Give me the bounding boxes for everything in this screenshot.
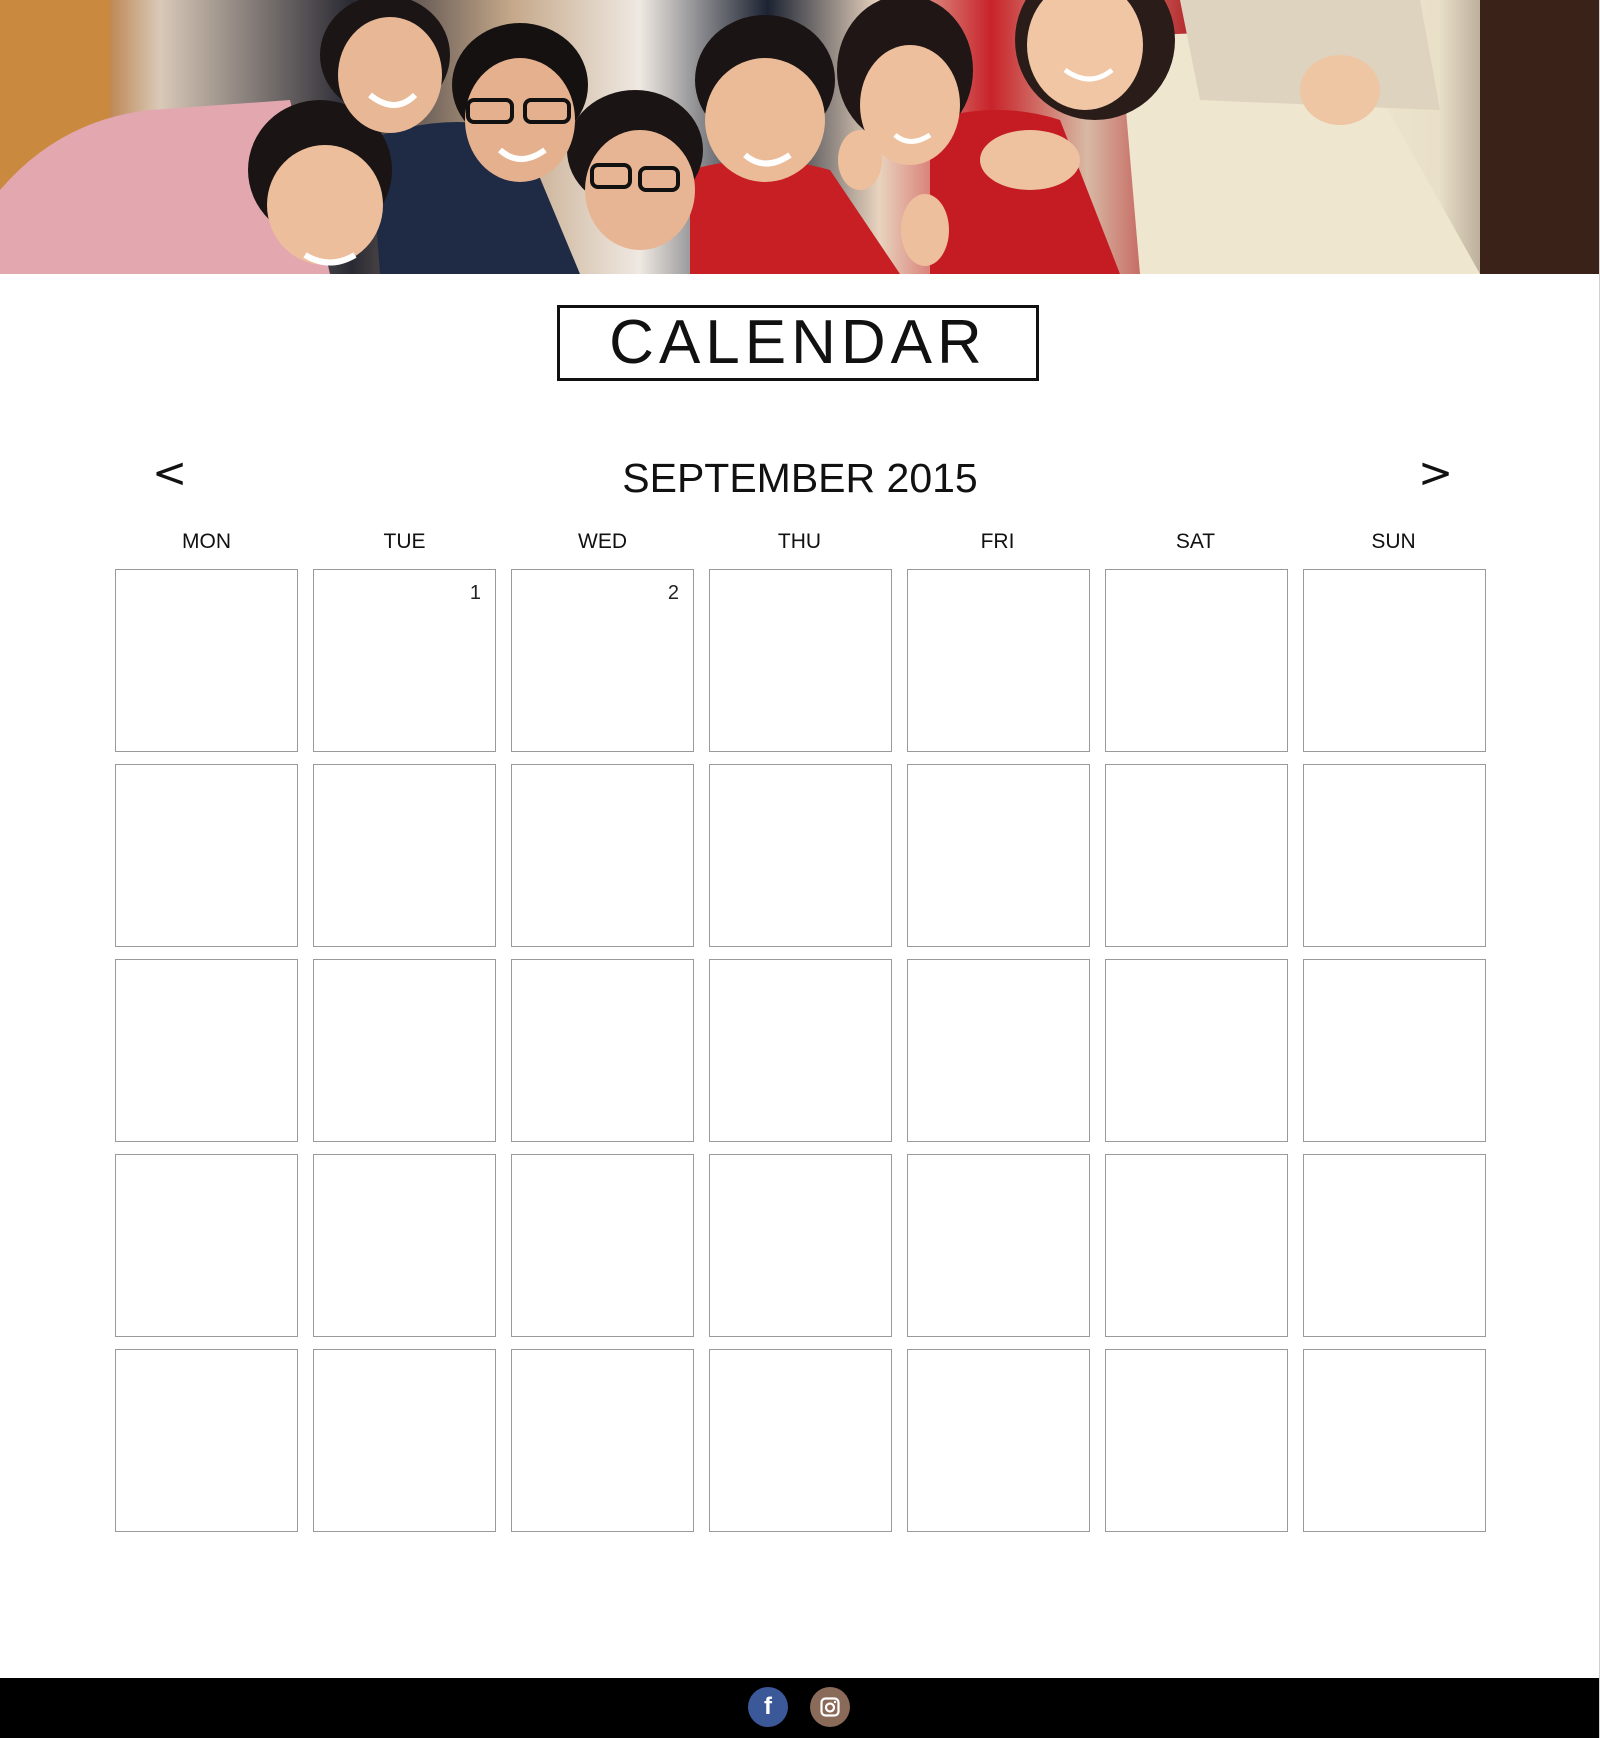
day-cell[interactable] [907,1154,1090,1337]
day-cell[interactable] [313,1154,496,1337]
hero-photo-illustration [0,0,1599,274]
facebook-glyph: f [764,1693,772,1720]
day-cell[interactable] [907,1349,1090,1532]
day-cell[interactable] [313,1349,496,1532]
day-cell[interactable] [115,1349,298,1532]
month-label: SEPTEMBER 2015 [622,455,978,501]
day-cell[interactable]: 1 [313,569,496,752]
day-cell[interactable] [313,959,496,1142]
weekday-mon: MON [182,530,231,553]
day-cell[interactable] [907,959,1090,1142]
weekday-sat: SAT [1175,530,1216,553]
day-cell[interactable] [1105,1349,1288,1532]
day-cell[interactable] [1105,569,1288,752]
page-title: CALENDAR [609,308,987,377]
day-cell[interactable] [511,1349,694,1532]
day-number: 2 [667,582,679,604]
page-title-box: CALENDAR [557,305,1039,381]
day-cell[interactable] [709,1349,892,1532]
weekday-header-row: MON TUE WED THU FRI SAT SUN [0,530,1600,554]
weekday-thu: THU [777,530,822,553]
day-cell[interactable] [907,764,1090,947]
day-cell[interactable] [1303,959,1486,1142]
day-cell[interactable] [709,1154,892,1337]
day-cell[interactable] [1105,959,1288,1142]
day-cell[interactable] [1303,1349,1486,1532]
day-cell[interactable]: 2 [511,569,694,752]
day-cell[interactable] [511,959,694,1142]
day-cell[interactable] [115,959,298,1142]
prev-month-button[interactable]: < [152,452,187,494]
hero-photo [0,0,1599,274]
weekday-tue: TUE [383,530,426,553]
day-cell[interactable] [1105,764,1288,947]
instagram-icon[interactable] [810,1687,850,1727]
day-cell[interactable] [511,764,694,947]
day-cell[interactable] [709,959,892,1142]
day-cell[interactable] [115,764,298,947]
instagram-glyph [820,1697,840,1717]
day-cell[interactable] [313,764,496,947]
day-cell[interactable] [115,569,298,752]
footer [0,1678,1599,1738]
day-cell[interactable] [907,569,1090,752]
weekday-fri: FRI [980,530,1015,553]
day-cell[interactable] [1303,764,1486,947]
day-cell[interactable] [1303,569,1486,752]
day-cell[interactable] [511,1154,694,1337]
next-month-button[interactable]: > [1418,452,1453,494]
day-cell[interactable] [1105,1154,1288,1337]
facebook-icon[interactable]: f [748,1687,788,1727]
day-number: 1 [469,582,481,604]
day-cell[interactable] [709,569,892,752]
day-cell[interactable] [115,1154,298,1337]
day-cell[interactable] [709,764,892,947]
weekday-sun: SUN [1371,530,1416,553]
weekday-wed: WED [578,530,627,553]
day-cell[interactable] [1303,1154,1486,1337]
